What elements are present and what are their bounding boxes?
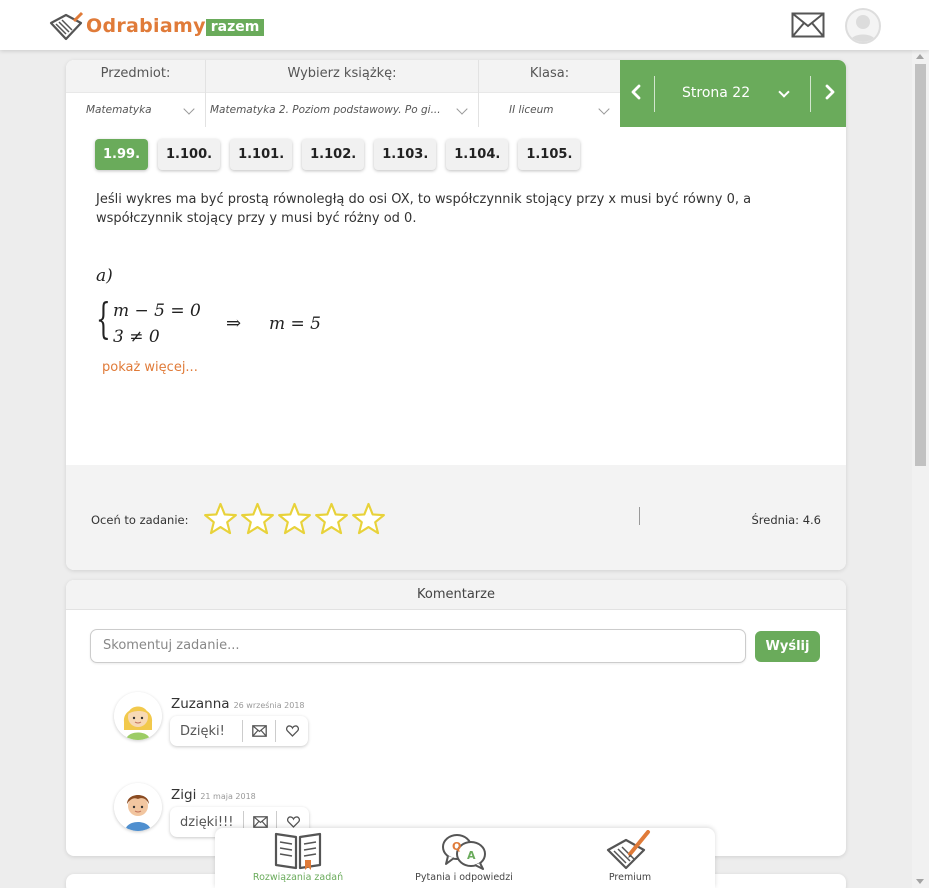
scroll-down-arrow-icon[interactable] <box>916 879 924 884</box>
equation-line-2: 3 ≠ 0 <box>113 327 160 347</box>
bottom-navigation: Rozwiązania zadań Q A Pytania i odpowied… <box>215 828 715 888</box>
equation-result: m = 5 <box>269 314 321 334</box>
solution-explanation: Jeśli wykres ma być prostą równoległą do… <box>96 192 752 226</box>
grade-selector[interactable]: Klasa: II liceum <box>479 60 620 127</box>
rating-star-icon[interactable] <box>277 502 312 537</box>
system-brace: { <box>96 294 111 343</box>
qa-bubbles-icon: Q A <box>442 834 486 870</box>
site-logo[interactable]: Odrabiamy razem <box>48 10 265 42</box>
task-chip[interactable]: 1.102. <box>302 139 365 170</box>
scrollbar-thumb[interactable] <box>915 64 926 466</box>
girl-avatar-icon <box>114 692 162 740</box>
chevron-down-icon[interactable] <box>778 86 790 98</box>
commenter-name: Zigi 21 maja 2018 <box>171 787 256 803</box>
envelope-icon[interactable] <box>791 12 825 38</box>
comments-title: Komentarze <box>66 580 846 610</box>
rating-label: Oceń to zadanie: <box>91 513 189 527</box>
show-more-link[interactable]: pokaż więcej... <box>102 360 198 375</box>
task-chip[interactable]: 1.100. <box>158 139 221 170</box>
grade-value: II liceum <box>509 104 554 116</box>
user-avatar-icon[interactable] <box>845 8 881 44</box>
equation-line-1: m − 5 = 0 <box>113 301 201 321</box>
rating-section: Oceń to zadanie: Średnia: 4.6 <box>66 465 846 570</box>
boy-avatar-icon <box>114 783 162 831</box>
commenter-avatar <box>114 783 162 831</box>
rating-star-icon[interactable] <box>203 502 238 537</box>
page-navigator: Strona 22 <box>620 60 846 127</box>
solution-part-label: a) <box>96 266 113 286</box>
rating-divider <box>639 507 640 525</box>
nav-divider <box>810 76 811 112</box>
logo-notebook-icon <box>49 11 84 41</box>
svg-text:A: A <box>467 849 476 862</box>
chevron-down-icon <box>183 103 195 115</box>
page-label[interactable]: Strona 22 <box>682 85 750 101</box>
scroll-up-arrow-icon[interactable] <box>916 54 924 59</box>
nav-questions[interactable]: Q A Pytania i odpowiedzi <box>381 828 547 888</box>
comment-bubble: Dzięki! <box>170 716 308 746</box>
page-scrollbar[interactable] <box>912 50 929 888</box>
task-chip[interactable]: 1.99. <box>95 139 149 170</box>
grade-dropdown[interactable]: II liceum <box>479 92 620 127</box>
svg-text:Q: Q <box>452 840 461 853</box>
comments-card: Komentarze Skomentuj zadanie... Wyślij Z… <box>66 580 846 856</box>
book-dropdown[interactable]: Matematyka 2. Poziom podstawowy. Po gi..… <box>206 92 478 127</box>
commenter-name-text: Zuzanna <box>171 696 230 712</box>
rating-stars <box>203 502 386 537</box>
task-chip[interactable]: 1.104. <box>446 139 509 170</box>
chevron-down-icon <box>456 103 468 115</box>
rating-star-icon[interactable] <box>240 502 275 537</box>
task-number-list: 1.99. 1.100. 1.101. 1.102. 1.103. 1.104. 1.105… <box>95 139 581 170</box>
user-silhouette-icon <box>850 15 876 42</box>
task-chip[interactable]: 1.101. <box>230 139 293 170</box>
nav-questions-label: Pytania i odpowiedzi <box>415 872 513 883</box>
book-icon <box>274 832 322 870</box>
task-chip[interactable]: 1.105. <box>518 139 581 170</box>
comment-date: 26 września 2018 <box>233 701 305 710</box>
logo-badge: razem <box>205 18 265 36</box>
commenter-name: Zuzanna 26 września 2018 <box>171 696 305 712</box>
book-value: Matematyka 2. Poziom podstawowy. Po gi..… <box>210 104 441 116</box>
subject-dropdown[interactable]: Matematyka <box>66 92 205 127</box>
subject-title: Przedmiot: <box>100 66 171 81</box>
previous-page-icon[interactable] <box>626 82 646 102</box>
implies-arrow: ⇒ <box>226 313 242 334</box>
nav-divider <box>654 76 655 112</box>
comment-input[interactable]: Skomentuj zadanie... <box>90 629 746 663</box>
task-chip[interactable]: 1.103. <box>374 139 437 170</box>
logo-text: Odrabiamy <box>86 15 206 37</box>
comment-text: Dzięki! <box>180 723 225 739</box>
send-comment-button[interactable]: Wyślij <box>755 631 820 662</box>
reply-envelope-icon[interactable] <box>242 720 275 742</box>
comment-date: 21 maja 2018 <box>200 792 256 801</box>
nav-solutions-label: Rozwiązania zadań <box>252 872 344 883</box>
chevron-down-icon <box>598 103 610 115</box>
task-card: Przedmiot: Matematyka Wybierz książkę: M… <box>66 60 846 570</box>
subject-value: Matematyka <box>86 104 152 116</box>
nav-premium[interactable]: Premium <box>547 828 713 888</box>
like-heart-icon[interactable] <box>275 720 308 742</box>
nav-solutions[interactable]: Rozwiązania zadań <box>215 828 381 888</box>
next-page-icon[interactable] <box>820 82 840 102</box>
premium-notebook-icon <box>606 830 650 870</box>
commenter-name-text: Zigi <box>171 787 197 803</box>
rating-star-icon[interactable] <box>351 502 386 537</box>
nav-premium-label: Premium <box>608 872 652 883</box>
grade-title: Klasa: <box>529 66 570 81</box>
book-title: Wybierz książkę: <box>287 66 397 81</box>
rating-star-icon[interactable] <box>314 502 349 537</box>
book-selector[interactable]: Wybierz książkę: Matematyka 2. Poziom po… <box>206 60 479 127</box>
subject-selector[interactable]: Przedmiot: Matematyka <box>66 60 206 127</box>
book-selector-bar: Przedmiot: Matematyka Wybierz książkę: M… <box>66 60 846 127</box>
top-header: Odrabiamy razem <box>0 0 929 50</box>
average-rating: Średnia: 4.6 <box>751 513 822 527</box>
commenter-avatar <box>114 692 162 740</box>
